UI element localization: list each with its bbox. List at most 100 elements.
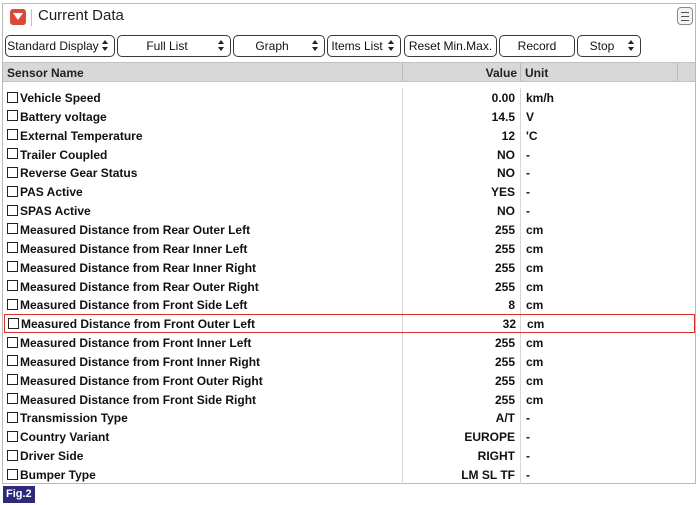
sensor-unit: 'C xyxy=(526,128,538,143)
sensor-name: Driver Side xyxy=(20,449,84,464)
sensor-value: RIGHT xyxy=(477,449,515,464)
sensor-value: YES xyxy=(490,185,515,200)
sensor-value: LM SL TF xyxy=(461,468,515,482)
sensor-unit: cm xyxy=(526,241,544,256)
table-row[interactable]: Driver Side RIGHT - xyxy=(3,446,693,465)
sensor-unit: km/h xyxy=(526,91,555,105)
table-row[interactable]: Measured Distance from Rear Outer Left 25… xyxy=(3,220,693,239)
sensor-unit: cm xyxy=(526,336,544,351)
table-row-selected[interactable]: Measured Distance from Front Outer Left 3… xyxy=(4,314,695,334)
standard-display-dropdown[interactable]: Standard Display xyxy=(5,35,115,57)
sensor-unit: - xyxy=(526,166,530,181)
record-button[interactable]: Record xyxy=(499,35,575,57)
table-row[interactable]: SPAS Active NO - xyxy=(3,201,693,220)
sensor-name: Measured Distance from Rear Inner Right xyxy=(20,260,257,275)
sensor-unit: - xyxy=(526,204,530,219)
table-row[interactable]: Reverse Gear Status NO - xyxy=(3,163,693,182)
column-divider xyxy=(677,63,678,81)
table-row[interactable]: External Temperature 12 'C xyxy=(3,126,693,145)
sensor-value: 14.5 xyxy=(491,109,515,124)
row-checkbox[interactable] xyxy=(7,393,18,405)
row-checkbox[interactable] xyxy=(7,261,18,273)
sensor-name: SPAS Active xyxy=(20,204,91,219)
sensor-value: 12 xyxy=(501,128,515,143)
sensor-unit: cm xyxy=(527,317,545,332)
sensor-value: 255 xyxy=(494,392,515,407)
row-checkbox[interactable] xyxy=(7,336,18,348)
header-sensor-name[interactable]: Sensor Name xyxy=(7,66,84,80)
table-row[interactable]: Measured Distance from Rear Inner Right 2… xyxy=(3,258,693,277)
sensor-unit: cm xyxy=(526,354,544,369)
table-row[interactable]: Vehicle Speed 0.00 km/h xyxy=(3,88,693,107)
sensor-name: Measured Distance from Front Inner Left xyxy=(20,336,252,351)
sensor-name: Battery voltage xyxy=(20,109,107,124)
sensor-unit: cm xyxy=(526,373,544,388)
row-checkbox[interactable] xyxy=(7,148,18,160)
row-checkbox[interactable] xyxy=(7,298,18,310)
row-checkbox[interactable] xyxy=(7,430,18,442)
table-row[interactable]: Battery voltage 14.5 V xyxy=(3,107,693,126)
row-checkbox[interactable] xyxy=(7,411,18,423)
table-row[interactable]: Measured Distance from Rear Inner Left 25… xyxy=(3,239,693,258)
table-row[interactable]: Trailer Coupled NO - xyxy=(3,145,693,164)
table-row[interactable]: Measured Distance from Front Side Right 2… xyxy=(3,390,693,409)
sensor-value: 255 xyxy=(494,241,515,256)
column-divider xyxy=(520,63,521,81)
items-list-dropdown[interactable]: Items List xyxy=(327,35,401,57)
sensor-name: Bumper Type xyxy=(20,468,96,482)
header-unit[interactable]: Unit xyxy=(525,66,548,80)
panel-title: Current Data xyxy=(38,7,124,24)
sensor-value: 255 xyxy=(494,354,515,369)
sensor-name: External Temperature xyxy=(20,128,143,143)
table-row[interactable]: Measured Distance from Front Inner Right… xyxy=(3,352,693,371)
current-data-panel: Current Data Standard Display Full List … xyxy=(2,3,696,484)
row-checkbox[interactable] xyxy=(7,129,18,141)
sensor-value: 255 xyxy=(494,222,515,237)
graph-label: Graph xyxy=(255,39,289,53)
title-bar: Current Data xyxy=(3,4,695,31)
row-checkbox[interactable] xyxy=(7,110,18,122)
row-checkbox[interactable] xyxy=(7,204,18,216)
header-value[interactable]: Value xyxy=(403,66,517,80)
row-checkbox[interactable] xyxy=(8,317,19,329)
sensor-value: NO xyxy=(497,166,515,181)
sensor-name: Reverse Gear Status xyxy=(20,166,138,181)
sensor-unit: cm xyxy=(526,298,544,313)
sensor-name: Country Variant xyxy=(20,430,110,445)
sensor-name: Measured Distance from Front Inner Right xyxy=(20,354,261,369)
row-checkbox[interactable] xyxy=(7,185,18,197)
row-checkbox[interactable] xyxy=(7,468,18,480)
graph-dropdown[interactable]: Graph xyxy=(233,35,325,57)
reset-min-max-button[interactable]: Reset Min.Max. xyxy=(404,35,497,57)
table-row[interactable]: Country Variant EUROPE - xyxy=(3,427,693,446)
row-checkbox[interactable] xyxy=(7,280,18,291)
sensor-value: 0.00 xyxy=(491,91,515,105)
collapse-arrow-icon[interactable] xyxy=(10,9,26,25)
table-row[interactable]: Measured Distance from Front Side Left 8 c… xyxy=(3,295,693,314)
table-row[interactable]: Transmission Type A/T - xyxy=(3,408,693,427)
stop-dropdown[interactable]: Stop xyxy=(577,35,641,57)
row-checkbox[interactable] xyxy=(7,166,18,178)
sensor-name: Measured Distance from Front Outer Right xyxy=(20,373,263,388)
sensor-unit: - xyxy=(526,468,530,482)
menu-icon[interactable] xyxy=(677,7,693,25)
sensor-name: Measured Distance from Front Outer Left xyxy=(21,317,256,332)
row-checkbox[interactable] xyxy=(7,223,18,235)
sensor-value: NO xyxy=(497,204,515,219)
sensor-name: Trailer Coupled xyxy=(20,147,108,162)
sensor-unit: cm xyxy=(526,222,544,237)
sensor-unit: cm xyxy=(526,260,544,275)
row-checkbox[interactable] xyxy=(7,449,18,461)
table-row[interactable]: Bumper Type LM SL TF - xyxy=(3,465,693,484)
sensor-unit: V xyxy=(526,109,535,124)
sensor-table: Vehicle Speed 0.00 km/h Battery voltage 14.5… xyxy=(3,88,695,484)
row-checkbox[interactable] xyxy=(7,374,18,386)
row-checkbox[interactable] xyxy=(7,91,18,103)
table-row[interactable]: Measured Distance from Front Inner Left 2… xyxy=(3,333,693,352)
row-checkbox[interactable] xyxy=(7,355,18,367)
table-row[interactable]: Measured Distance from Front Outer Right… xyxy=(3,371,693,390)
table-row[interactable]: PAS Active YES - xyxy=(3,182,693,201)
row-checkbox[interactable] xyxy=(7,242,18,254)
full-list-dropdown[interactable]: Full List xyxy=(117,35,231,57)
table-row[interactable]: Measured Distance from Rear Outer Right 2… xyxy=(3,277,693,296)
